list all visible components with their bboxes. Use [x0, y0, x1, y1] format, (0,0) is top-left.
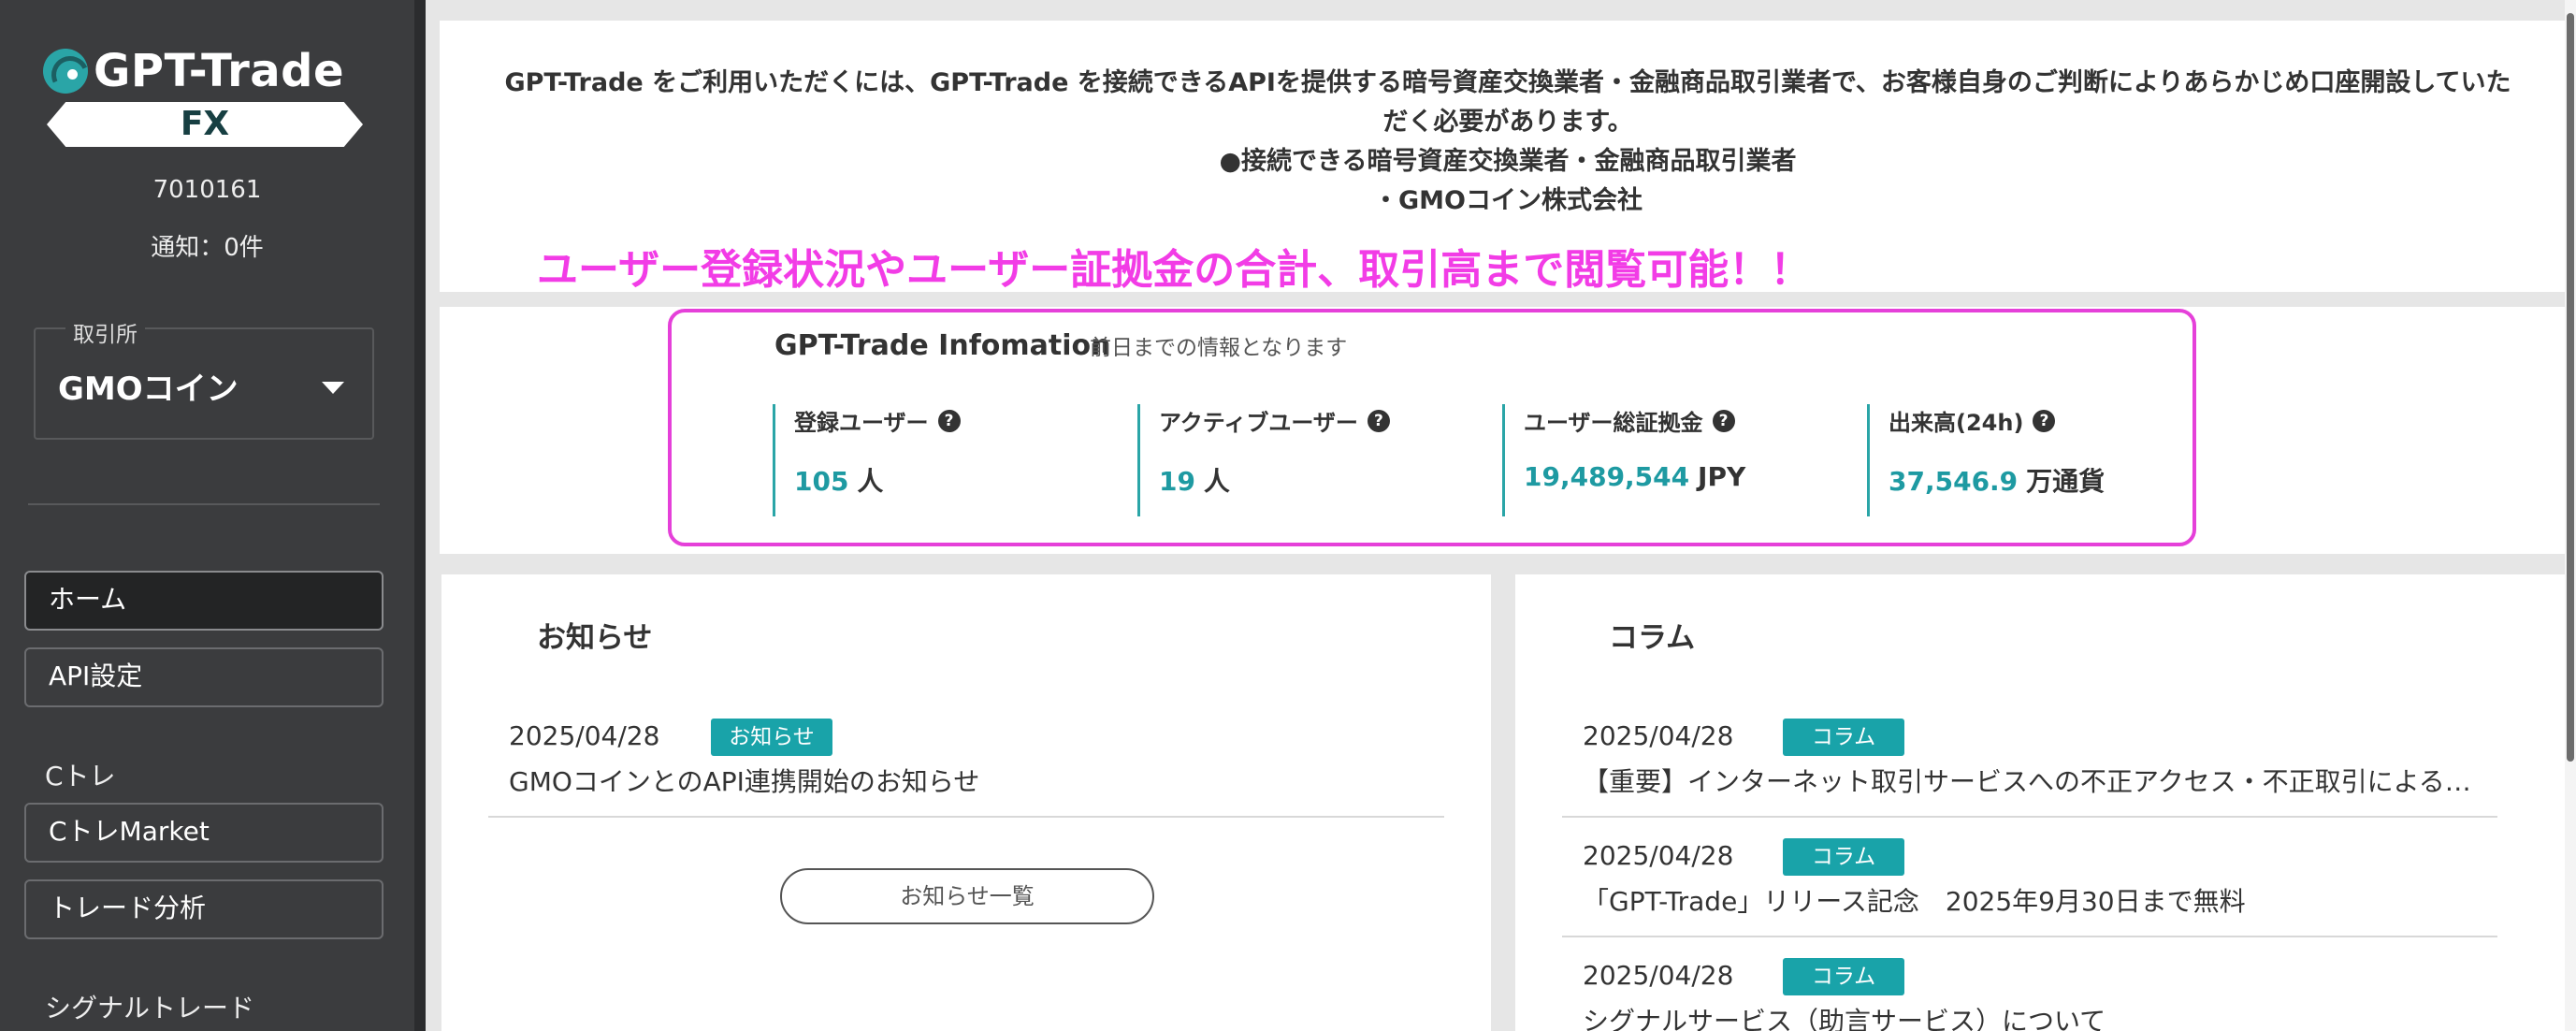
stat-total-margin: ユーザー総証拠金? 19,489,544 JPY: [1502, 404, 1745, 516]
stat-label: 登録ユーザー: [794, 410, 929, 436]
stat-label: アクティブユーザー: [1159, 410, 1358, 436]
gpt-trade-logo[interactable]: GPT-Trade FX: [41, 43, 369, 153]
info-subtitle: 前日までの情報となります: [1090, 336, 1348, 360]
column-item-tag: コラム: [1783, 958, 1904, 995]
stat-label: ユーザー総証拠金: [1524, 410, 1703, 436]
stat-value: 37,546.9: [1889, 466, 2019, 497]
stat-unit: 人: [857, 466, 884, 497]
banner-text-line-3: ●接続できる暗号資産交換業者・金融商品取引業者: [1219, 147, 1797, 176]
logo-fx-badge: FX: [47, 102, 363, 147]
nav-ctore-market[interactable]: CトレMarket: [24, 803, 384, 863]
banner-text-line-1: GPT-Trade をご利用いただくには、GPT-Trade を接続できるAPI…: [504, 68, 2511, 97]
stat-unit: 万通貨: [2026, 466, 2106, 497]
column-item-text[interactable]: 【重要】インターネット取引サービスへの不正アクセス・不正取引による被害にご注意く…: [1583, 762, 2473, 799]
column-item-text[interactable]: シグナルサービス（助言サービス）について: [1583, 1001, 2473, 1031]
news-item-tag: お知らせ: [711, 719, 832, 756]
logo-globe-icon: [43, 49, 88, 94]
stat-value: 105: [794, 466, 849, 497]
column-item-date: 2025/04/28: [1583, 960, 1734, 991]
nav-section-signal-trade: シグナルトレード: [45, 993, 255, 1024]
nav-api-settings[interactable]: API設定: [24, 647, 384, 707]
exchange-label: 取引所: [65, 316, 145, 348]
column-item-text[interactable]: 「GPT-Trade」リリース記念 2025年9月30日まで無料: [1583, 881, 2473, 919]
exchange-select[interactable]: 取引所 GMOコイン: [34, 316, 374, 440]
nav-home[interactable]: ホーム: [24, 571, 384, 631]
stat-active-users: アクティブユーザー? 19 人: [1137, 404, 1390, 516]
help-icon[interactable]: ?: [1712, 409, 1735, 432]
stat-unit: JPY: [1698, 461, 1746, 492]
column-item-date: 2025/04/28: [1583, 720, 1734, 751]
promo-annotation: ユーザー登録状況やユーザー証拠金の合計、取引高まで閲覧可能！！: [537, 246, 1812, 294]
news-item-text[interactable]: GMOコインとのAPI連携開始のお知らせ: [509, 762, 1444, 799]
sidebar-edge: [414, 0, 426, 1031]
exchange-selected-value: GMOコイン: [58, 370, 239, 408]
banner-text-line-2: だく必要があります。: [1382, 108, 1633, 137]
notification-count[interactable]: 通知：0件: [0, 228, 414, 263]
sidebar-divider: [28, 503, 380, 505]
help-icon[interactable]: ?: [937, 409, 961, 432]
nav-trade-analysis[interactable]: トレード分析: [24, 879, 384, 939]
help-icon[interactable]: ?: [2033, 409, 2056, 432]
stat-value: 19: [1159, 466, 1195, 497]
column-title: コラム: [1609, 621, 1696, 655]
stat-registered-users: 登録ユーザー? 105 人: [773, 404, 961, 516]
column-divider: [1562, 816, 2497, 818]
banner-text-line-4: ・GMOコイン株式会社: [1373, 186, 1643, 215]
logo-text: GPT-Trade: [94, 45, 345, 97]
column-divider: [1562, 936, 2497, 937]
stat-value: 19,489,544: [1524, 461, 1690, 492]
stat-volume-24h: 出来高(24h)? 37,546.9 万通貨: [1867, 404, 2105, 516]
help-icon[interactable]: ?: [1367, 409, 1390, 432]
sidebar: GPT-Trade FX 7010161 通知：0件 取引所 GMOコイン ホー…: [0, 0, 426, 1031]
stat-label: 出来高(24h): [1889, 410, 2024, 436]
stat-unit: 人: [1203, 466, 1230, 497]
caret-down-icon: [322, 382, 344, 394]
news-list-button[interactable]: お知らせ一覧: [780, 868, 1154, 924]
user-id: 7010161: [152, 176, 262, 204]
column-item-tag: コラム: [1783, 838, 1904, 876]
column-item-tag: コラム: [1783, 719, 1904, 756]
column-item-date: 2025/04/28: [1583, 840, 1734, 871]
news-divider: [488, 816, 1444, 818]
info-title: GPT-Trade Infomation: [774, 329, 1111, 362]
news-title: お知らせ: [537, 621, 653, 655]
page-scrollbar-thumb[interactable]: [2567, 13, 2574, 762]
nav-section-ctore: Cトレ: [45, 761, 116, 791]
news-item-date: 2025/04/28: [509, 720, 660, 751]
